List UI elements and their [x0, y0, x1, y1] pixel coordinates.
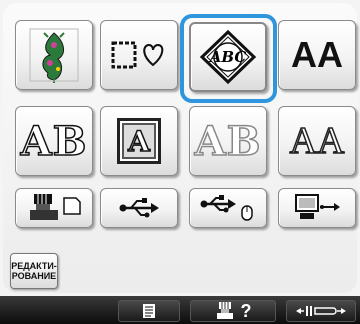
machine-help-icon [216, 302, 233, 319]
usb-button[interactable] [100, 188, 178, 228]
monogram-category-button[interactable]: ABC [189, 22, 267, 92]
frame-category-button[interactable] [100, 20, 178, 90]
paisley-flower-icon [29, 28, 79, 83]
floral-letter-sample: A [127, 124, 150, 159]
gothic-font-button[interactable]: AA [278, 20, 356, 90]
gothic-font-sample: AA [291, 34, 343, 75]
machine-memory-icon [30, 194, 81, 220]
list-button[interactable] [118, 300, 180, 322]
floral-letter-frame: A [117, 118, 161, 164]
usb-icon [119, 198, 159, 218]
help-button[interactable]: ? [190, 300, 276, 322]
serif-font-sample: AB [20, 117, 88, 166]
edit-label-line1: РЕДАКТИ- [11, 261, 57, 271]
needle-position-button[interactable] [286, 300, 356, 322]
usb-mouse-icon [200, 195, 253, 221]
alphabet-outline-font-button[interactable]: AA [278, 106, 356, 176]
machine-memory-button[interactable] [15, 188, 93, 228]
usb-mouse-button[interactable] [189, 188, 267, 228]
pattern-category-button[interactable] [15, 20, 93, 90]
help-label: ? [240, 300, 252, 321]
alphabet-outline-sample: AA [289, 119, 345, 163]
computer-button[interactable] [278, 188, 356, 228]
floral-letter-button[interactable]: A [100, 106, 178, 176]
computer-usb-icon [295, 194, 340, 219]
monogram-text: ABC [209, 48, 247, 66]
edit-label-line2: РОВАНИЕ [11, 271, 57, 281]
serif-font-button[interactable]: AB [15, 106, 93, 176]
list-icon [143, 304, 155, 318]
outline-font-button[interactable]: AB [189, 106, 267, 176]
frame-shapes-icon [111, 41, 164, 69]
outline-font-sample: AB [194, 117, 262, 166]
edit-button[interactable]: РЕДАКТИ- РОВАНИЕ [10, 253, 58, 289]
needle-move-icon [296, 306, 346, 316]
